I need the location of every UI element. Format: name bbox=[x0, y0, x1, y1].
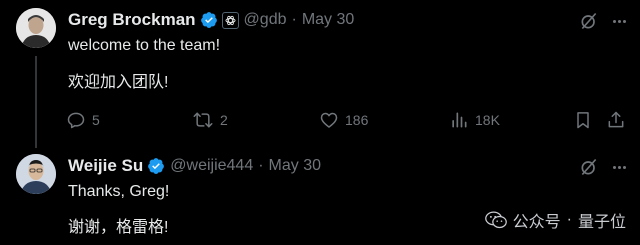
views-button[interactable]: 18K bbox=[449, 110, 500, 130]
author-handle[interactable]: @weijie444 bbox=[170, 157, 253, 175]
tweet-date[interactable]: May 30 bbox=[302, 11, 354, 29]
reply-count: 5 bbox=[92, 112, 100, 128]
like-button[interactable]: 186 bbox=[319, 110, 368, 130]
avatar-photo-icon bbox=[16, 154, 56, 194]
meta-separator: · bbox=[258, 157, 264, 174]
tweet-header: Weijie Su @weijie444 · May 30 bbox=[68, 156, 321, 176]
bookmark-button[interactable] bbox=[573, 110, 593, 130]
avatar-photo-icon bbox=[16, 8, 56, 48]
retweet-button[interactable]: 2 bbox=[192, 110, 228, 130]
avatar[interactable] bbox=[16, 154, 56, 194]
watermark-channel: 公众号 bbox=[512, 214, 561, 231]
bookmark-icon bbox=[577, 112, 589, 129]
meta-separator: · bbox=[291, 11, 297, 28]
share-button[interactable] bbox=[606, 110, 626, 130]
tweet-text-line: 谢谢，格雷格! bbox=[68, 219, 169, 236]
author-handle[interactable]: @gdb bbox=[244, 11, 287, 29]
retweet-count: 2 bbox=[220, 112, 228, 128]
tweet-text-line: Thanks, Greg! bbox=[68, 183, 170, 200]
tweet-text-line: welcome to the team! bbox=[68, 37, 221, 54]
like-icon bbox=[320, 112, 338, 128]
thread-connector bbox=[35, 56, 37, 148]
tweet-header: Greg Brockman @gdb · May 30 bbox=[68, 10, 354, 30]
verified-badge-icon bbox=[147, 157, 165, 175]
like-count: 186 bbox=[345, 112, 369, 128]
author-name[interactable]: Greg Brockman bbox=[68, 10, 196, 30]
tweet-text-line: 欢迎加入团队! bbox=[68, 74, 169, 91]
reply-button[interactable]: 5 bbox=[66, 110, 100, 130]
grok-icon[interactable] bbox=[578, 156, 600, 178]
more-icon[interactable] bbox=[608, 10, 630, 32]
grok-icon[interactable] bbox=[578, 10, 600, 32]
reply-icon bbox=[67, 112, 85, 129]
action-bar: 5 2 186 18K bbox=[66, 110, 626, 134]
author-name[interactable]: Weijie Su bbox=[68, 156, 143, 176]
watermark: 公众号 · 量子位 bbox=[484, 208, 626, 232]
more-icon[interactable] bbox=[608, 156, 630, 178]
wechat-icon bbox=[484, 211, 507, 229]
verified-badge-icon bbox=[200, 11, 218, 29]
retweet-icon bbox=[193, 112, 213, 128]
watermark-brand: 量子位 bbox=[577, 214, 626, 231]
share-icon bbox=[608, 111, 624, 128]
watermark-separator: · bbox=[566, 211, 572, 228]
avatar[interactable] bbox=[16, 8, 56, 48]
tweet-date[interactable]: May 30 bbox=[269, 157, 321, 175]
view-count: 18K bbox=[475, 112, 500, 128]
views-icon bbox=[452, 112, 467, 128]
affiliation-logo-icon[interactable] bbox=[221, 11, 239, 29]
tweet-greg[interactable]: Greg Brockman @gdb · May 30 welcome to t… bbox=[0, 0, 640, 148]
